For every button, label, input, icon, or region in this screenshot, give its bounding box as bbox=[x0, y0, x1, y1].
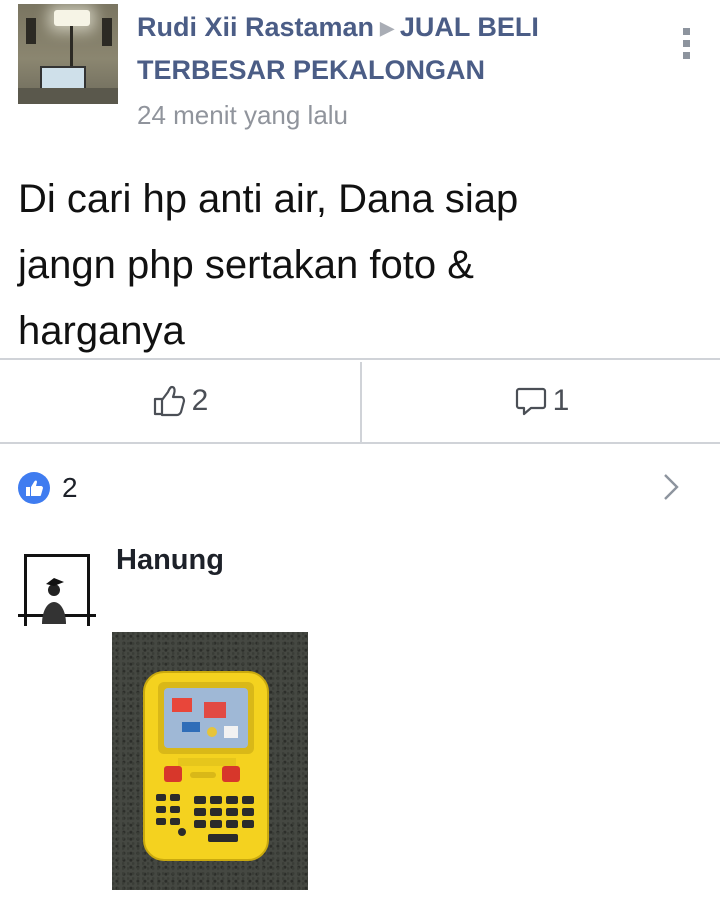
commenter-name[interactable]: Hanung bbox=[116, 544, 224, 577]
post-text: Di cari hp anti air, Dana siap jangn php… bbox=[18, 166, 708, 364]
commenter-avatar[interactable] bbox=[18, 548, 96, 626]
avatar-speaker bbox=[26, 18, 36, 44]
like-count: 2 bbox=[191, 384, 209, 417]
like-button[interactable]: 2 bbox=[0, 360, 360, 442]
post-header: Rudi Xii Rastaman ▶ JUAL BELI TERBESAR PEK… bbox=[0, 0, 720, 145]
comment-count: 1 bbox=[552, 384, 570, 417]
post-text-line: jangn php sertakan foto & bbox=[18, 243, 474, 287]
post-timestamp[interactable]: 24 menit yang lalu bbox=[137, 100, 348, 131]
avatar-lamp bbox=[54, 10, 90, 26]
divider bbox=[360, 362, 362, 442]
author-name[interactable]: Rudi Xii Rastaman bbox=[137, 12, 374, 42]
post-author-line: Rudi Xii Rastaman ▶ JUAL BELI TERBESAR PEK… bbox=[137, 6, 657, 91]
chevron-right-icon[interactable] bbox=[660, 470, 682, 509]
phone-toy-image bbox=[143, 671, 269, 861]
avatar-table bbox=[18, 88, 118, 104]
thumbs-up-icon bbox=[152, 385, 186, 417]
divider bbox=[0, 442, 720, 444]
author-avatar[interactable] bbox=[18, 4, 118, 104]
like-badge-icon bbox=[18, 472, 50, 504]
comment-button[interactable]: 1 bbox=[362, 360, 720, 442]
avatar-speaker bbox=[102, 18, 112, 46]
post-text-line: harganya bbox=[18, 309, 185, 353]
reaction-count: 2 bbox=[62, 472, 78, 503]
post-text-line: Di cari hp anti air, Dana siap bbox=[18, 177, 519, 221]
comment-photo[interactable] bbox=[112, 632, 308, 890]
more-vertical-icon[interactable] bbox=[680, 28, 692, 62]
comment-icon bbox=[515, 385, 547, 417]
reactions-summary[interactable]: 2 bbox=[0, 460, 720, 516]
arrow-right-icon: ▶ bbox=[380, 18, 394, 38]
